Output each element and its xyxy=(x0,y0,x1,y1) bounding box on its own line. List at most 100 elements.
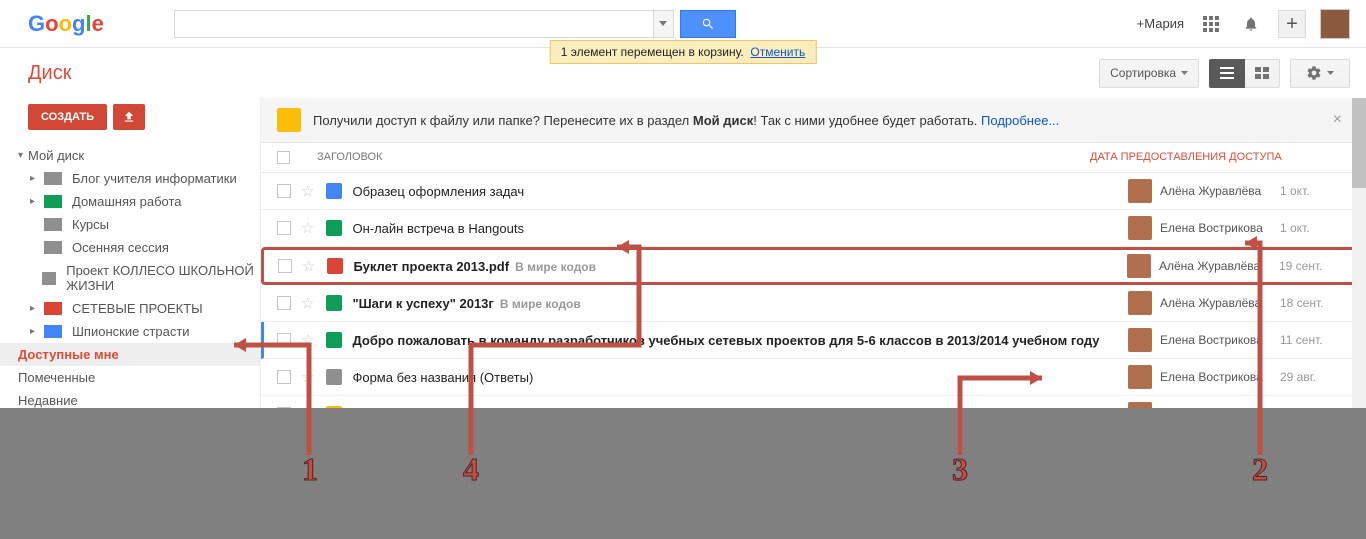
filetype-icon xyxy=(326,369,342,385)
table-row[interactable]: ☆ Буклет проекта 2013.pdfВ мире кодов Ал… xyxy=(261,247,1366,285)
row-checkbox[interactable] xyxy=(277,184,291,198)
star-icon[interactable]: ☆ xyxy=(301,219,314,237)
table-row[interactable]: ☆ "Шаги к успеху" 2013гВ мире кодов Алён… xyxy=(261,285,1366,322)
sort-button[interactable]: Сортировка xyxy=(1099,59,1199,88)
bell-icon[interactable] xyxy=(1238,11,1264,37)
file-context: В мире кодов xyxy=(515,260,596,274)
banner-more-link[interactable]: Подробнее... xyxy=(981,113,1059,128)
app-bar-actions: Сортировка xyxy=(1099,59,1350,88)
google-logo[interactable]: Google xyxy=(28,11,104,37)
list-icon xyxy=(1220,67,1234,79)
table-row[interactable]: ☆ Образец оформления задач Алёна Журавлё… xyxy=(261,173,1366,210)
sidebar-folder[interactable]: ▸ Блог учителя информатики xyxy=(0,167,260,190)
expander-icon[interactable]: ▸ xyxy=(30,196,40,207)
annotation-overlay xyxy=(0,408,1366,539)
table-header: ЗАГОЛОВОК ДАТА ПРЕДОСТАВЛЕНИЯ ДОСТУПА xyxy=(261,143,1366,173)
expander-icon[interactable]: ▸ xyxy=(30,326,40,337)
notification-toast: 1 элемент перемещен в корзину. Отменить xyxy=(550,40,817,64)
sidebar-item-my-drive[interactable]: ▾Мой диск xyxy=(0,144,260,167)
sidebar-item-starred[interactable]: Помеченные xyxy=(0,366,260,389)
star-icon[interactable]: ☆ xyxy=(302,257,315,275)
file-title: Буклет проекта 2013.pdfВ мире кодов xyxy=(353,259,1127,274)
undo-link[interactable]: Отменить xyxy=(750,45,805,59)
folder-icon xyxy=(44,325,62,338)
shared-by-name: Елена Вострикова xyxy=(1160,370,1280,384)
search-bar xyxy=(174,10,736,38)
sidebar-folder[interactable]: Осенняя сессия xyxy=(0,236,260,259)
sort-label: Сортировка xyxy=(1110,66,1176,80)
close-icon[interactable]: × xyxy=(1333,111,1342,129)
folder-icon xyxy=(277,108,301,132)
folder-label: Шпионские страсти xyxy=(72,324,190,339)
sidebar-folder[interactable]: Проект КОЛЛЕСО ШКОЛЬНОЙ ЖИЗНИ xyxy=(0,259,260,297)
expander-icon[interactable]: ▸ xyxy=(30,303,40,314)
row-checkbox[interactable] xyxy=(277,370,291,384)
sidebar-folder[interactable]: Курсы xyxy=(0,213,260,236)
shared-by-avatar xyxy=(1128,291,1152,315)
file-title: Образец оформления задач xyxy=(352,184,1128,199)
shared-by-avatar xyxy=(1127,254,1151,278)
upload-button[interactable] xyxy=(113,104,145,130)
list-view-button[interactable] xyxy=(1209,59,1245,88)
plus-button[interactable]: + xyxy=(1278,10,1306,38)
row-checkbox[interactable] xyxy=(277,296,291,310)
expander-icon[interactable]: ▸ xyxy=(30,173,40,184)
table-row[interactable]: ☆ Он-лайн встреча в Hangouts Елена Востр… xyxy=(261,210,1366,247)
star-icon[interactable]: ☆ xyxy=(301,294,314,312)
folder-icon xyxy=(44,172,62,185)
col-header-shared[interactable]: ДАТА ПРЕДОСТАВЛЕНИЯ ДОСТУПА xyxy=(1090,151,1350,164)
shared-date: 11 сент. xyxy=(1280,333,1350,347)
filetype-icon xyxy=(326,295,342,311)
table-row[interactable]: ☆ Добро пожаловать в команду разработчик… xyxy=(261,322,1366,359)
create-button[interactable]: СОЗДАТЬ xyxy=(28,104,107,130)
filetype-icon xyxy=(326,220,342,236)
table-row[interactable]: ☆ Форма без названия (Ответы) Елена Вост… xyxy=(261,359,1366,396)
row-checkbox[interactable] xyxy=(278,259,292,273)
sidebar-folder[interactable]: ▸ Домашняя работа xyxy=(0,190,260,213)
file-title: Форма без названия (Ответы) xyxy=(352,370,1128,385)
file-title: "Шаги к успеху" 2013гВ мире кодов xyxy=(352,296,1128,311)
upload-icon xyxy=(122,110,136,124)
sidebar-item-shared[interactable]: Доступные мне xyxy=(0,343,260,366)
col-header-title[interactable]: ЗАГОЛОВОК xyxy=(305,151,1090,164)
shared-date: 1 окт. xyxy=(1280,221,1350,235)
search-button[interactable] xyxy=(680,10,736,38)
shared-by-avatar xyxy=(1128,179,1152,203)
user-name-link[interactable]: +Мария xyxy=(1137,16,1184,31)
select-all-checkbox[interactable] xyxy=(277,151,290,164)
shared-by-name: Елена Вострикова xyxy=(1160,333,1280,347)
caret-down-icon xyxy=(1327,71,1334,75)
folder-label: Домашняя работа xyxy=(72,194,182,209)
sidebar-folder[interactable]: ▸СЕТЕВЫЕ ПРОЕКТЫ xyxy=(0,297,260,320)
star-icon[interactable]: ☆ xyxy=(301,182,314,200)
app-title[interactable]: Диск xyxy=(28,62,71,85)
header-right: +Мария + xyxy=(1137,9,1350,39)
shared-date: 19 сент. xyxy=(1279,259,1349,273)
grid-icon xyxy=(1255,67,1269,79)
view-toggle xyxy=(1209,59,1280,88)
shared-date: 18 сент. xyxy=(1280,296,1350,310)
sidebar-folder[interactable]: ▸ Шпионские страсти xyxy=(0,320,260,343)
star-icon[interactable]: ☆ xyxy=(301,368,314,386)
filetype-icon xyxy=(327,258,343,274)
scroll-thumb[interactable] xyxy=(1352,98,1366,188)
settings-button[interactable] xyxy=(1290,59,1350,88)
search-dropdown-toggle[interactable] xyxy=(654,10,674,38)
folder-icon xyxy=(44,302,62,315)
row-checkbox[interactable] xyxy=(277,221,291,235)
folder-label: Курсы xyxy=(72,217,109,232)
shared-by-avatar xyxy=(1128,365,1152,389)
apps-icon[interactable] xyxy=(1198,11,1224,37)
file-title: Добро пожаловать в команду разработчиков… xyxy=(352,333,1128,348)
star-icon[interactable]: ☆ xyxy=(301,331,314,349)
shared-by-avatar xyxy=(1128,328,1152,352)
folder-icon xyxy=(44,241,62,254)
filetype-icon xyxy=(326,332,342,348)
row-checkbox[interactable] xyxy=(277,333,291,347)
folder-label: Блог учителя информатики xyxy=(72,171,237,186)
search-input[interactable] xyxy=(174,10,654,38)
user-avatar[interactable] xyxy=(1320,9,1350,39)
grid-view-button[interactable] xyxy=(1245,59,1280,88)
search-icon xyxy=(701,17,715,31)
banner-text: Получили доступ к файлу или папке? Перен… xyxy=(313,113,1059,128)
